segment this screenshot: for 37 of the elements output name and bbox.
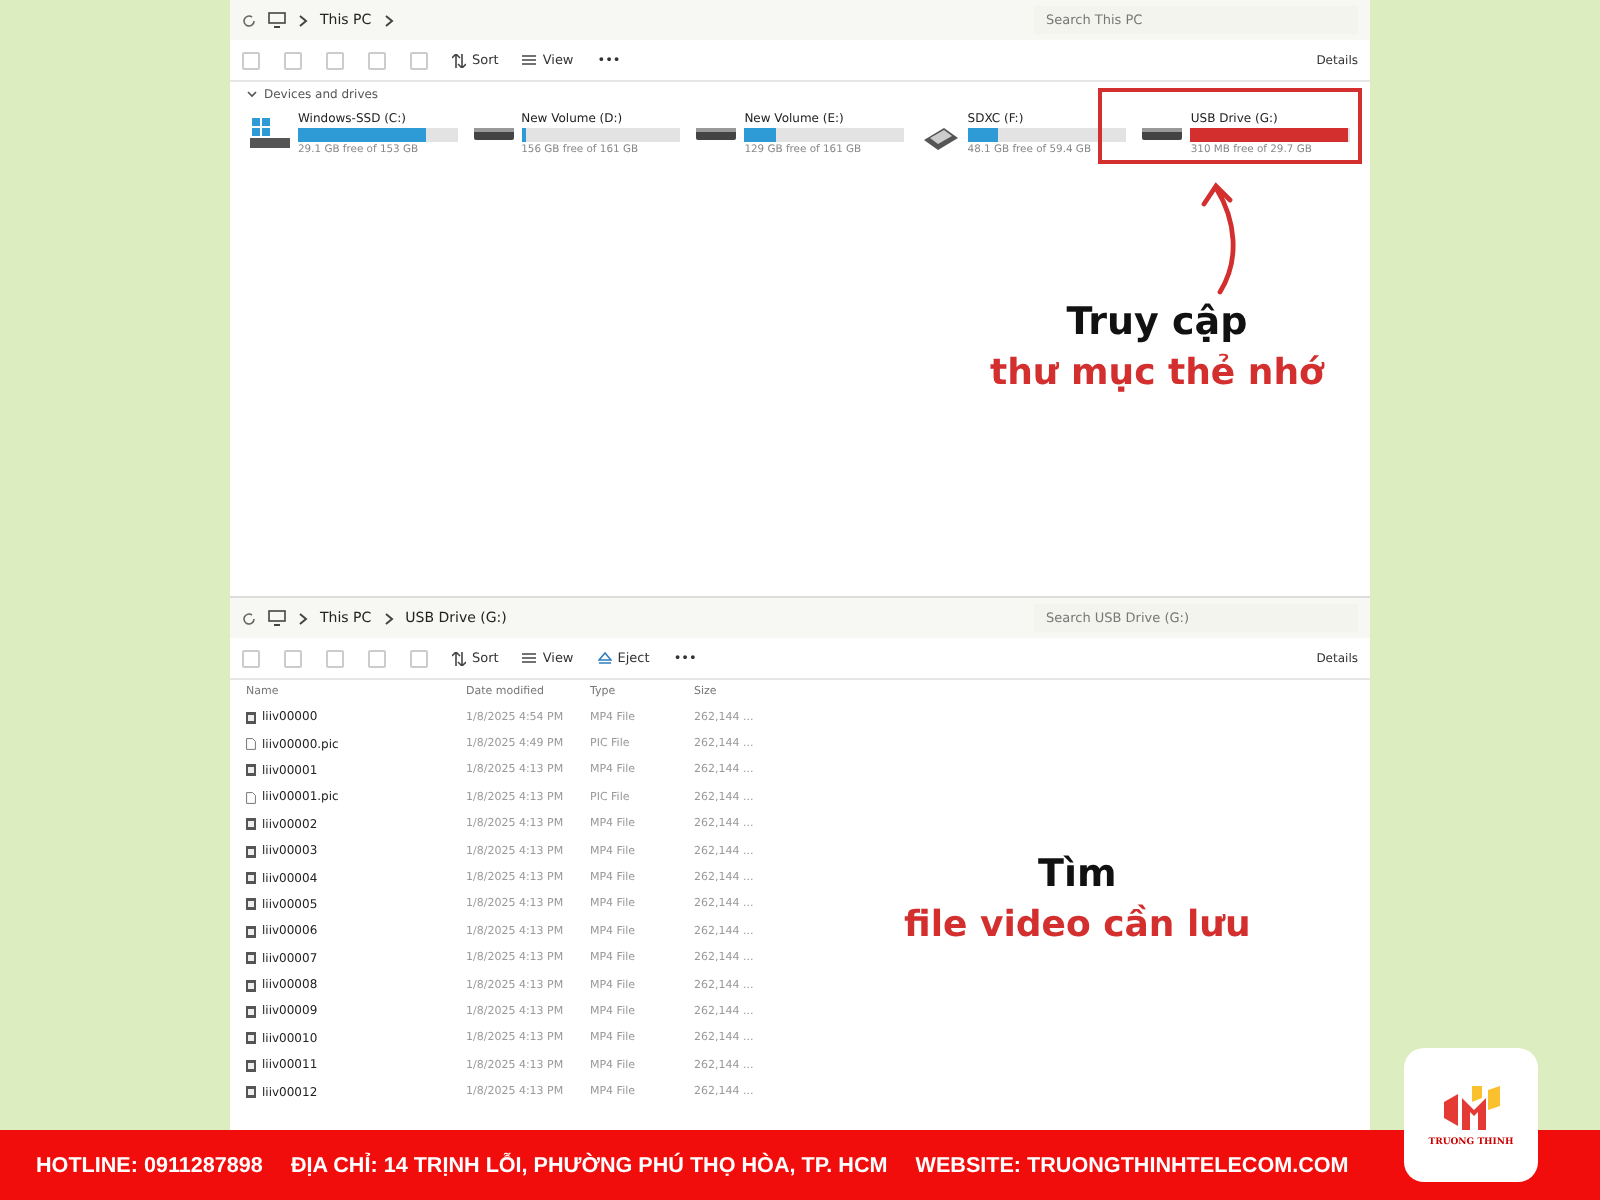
view-icon <box>522 652 537 664</box>
drive-icon <box>1142 124 1183 144</box>
computer-icon <box>268 610 286 626</box>
contact-text: ĐỊA CHỈ: 14 TRỊNH LỖI, PHƯỜNG PHÚ THỌ HÒA, TP. HCM <box>290 1153 888 1177</box>
annotation-text: Tìm <box>1038 852 1117 896</box>
computer-icon <box>268 12 286 28</box>
video-file-icon <box>246 925 256 938</box>
annotation-text: thư mục thẻ nhớ <box>990 352 1324 394</box>
sort-icon <box>452 53 466 67</box>
contact-text: HOTLINE: 0911287898 <box>36 1153 263 1177</box>
video-file-icon <box>246 711 256 724</box>
file-icon <box>246 738 256 751</box>
video-file-icon <box>246 845 256 858</box>
drive-icon <box>696 124 737 144</box>
refresh-icon[interactable] <box>242 13 256 27</box>
eject-icon <box>597 651 612 665</box>
chevron-down-icon <box>246 90 258 98</box>
annotation-text: file video cần lưu <box>904 904 1251 946</box>
video-file-icon <box>246 1086 256 1099</box>
refresh-icon[interactable] <box>242 611 256 625</box>
annotation-text: Truy cập <box>1066 300 1248 344</box>
sort-icon <box>452 651 466 665</box>
chevron-icon <box>298 611 308 625</box>
contact-text: WEBSITE: TRUONGTHINHTELECOM.COM <box>915 1153 1349 1177</box>
chevron-icon <box>298 13 308 27</box>
video-file-icon <box>246 1059 256 1072</box>
video-file-icon <box>246 952 256 965</box>
video-file-icon <box>246 1032 256 1045</box>
logo-icon <box>1439 1082 1503 1134</box>
chevron-icon <box>383 13 394 27</box>
video-file-icon <box>246 764 256 777</box>
video-file-icon <box>246 818 256 831</box>
view-icon <box>522 54 537 66</box>
chevron-icon <box>383 611 394 625</box>
drive-icon <box>473 124 514 144</box>
file-icon <box>246 791 256 804</box>
windows-drive-icon <box>250 118 290 150</box>
